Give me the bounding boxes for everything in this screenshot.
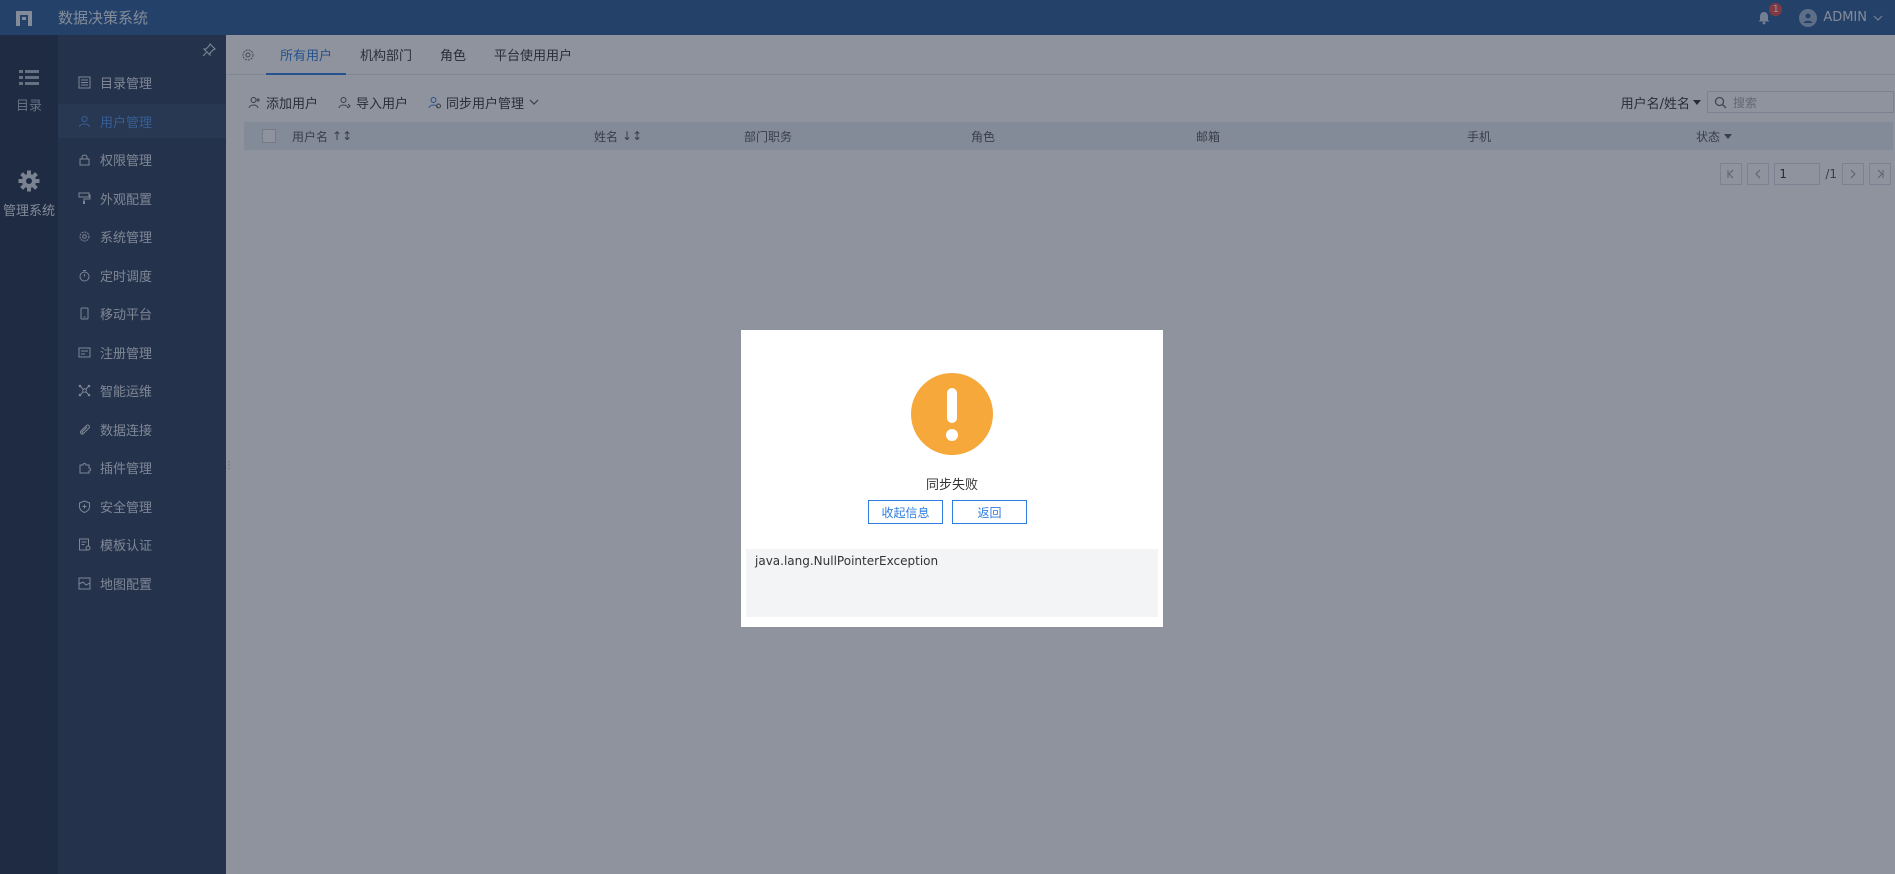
back-button[interactable]: 返回 xyxy=(952,500,1027,524)
collapse-info-button[interactable]: 收起信息 xyxy=(868,500,943,524)
warning-icon xyxy=(911,373,993,455)
dialog-title: 同步失败 xyxy=(925,478,978,493)
error-detail: java.lang.NullPointerException xyxy=(746,549,1158,617)
sync-error-dialog: 同步失败 收起信息 返回 java.lang.NullPointerExcept… xyxy=(741,330,1163,627)
